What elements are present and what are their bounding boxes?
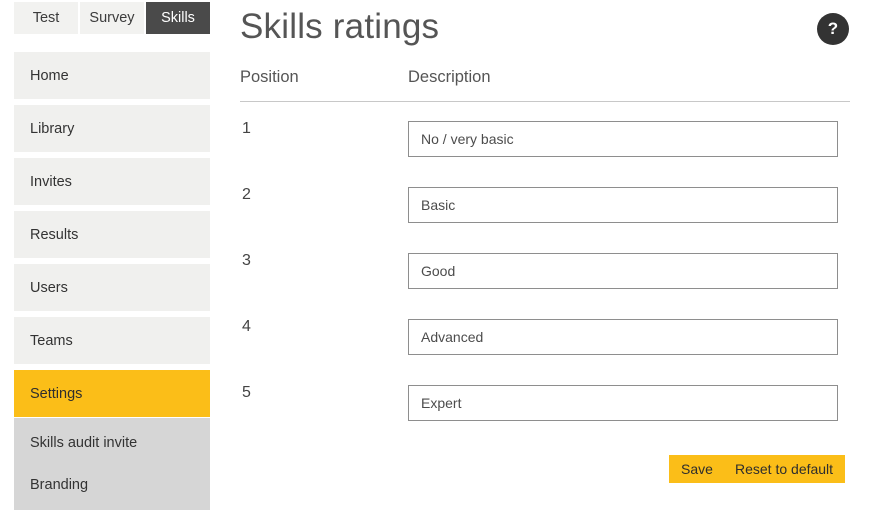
description-input-1[interactable] <box>408 121 838 157</box>
row-position-3: 3 <box>242 252 251 269</box>
save-button[interactable]: Save <box>669 455 725 483</box>
help-icon[interactable]: ? <box>817 13 849 45</box>
tab-skills[interactable]: Skills <box>146 2 210 34</box>
sidebar-item-home-label: Home <box>30 67 69 84</box>
description-input-3[interactable] <box>408 253 838 289</box>
sidebar-item-settings[interactable]: Settings <box>14 370 210 417</box>
sidebar-item-library-label: Library <box>30 120 75 137</box>
sidebar-item-settings-label: Settings <box>30 385 83 402</box>
table-header: Position Description <box>240 68 850 102</box>
sidebar-item-results-label: Results <box>30 226 79 243</box>
tab-survey-label: Survey <box>89 10 135 26</box>
tab-skills-label: Skills <box>161 10 195 26</box>
sidebar-subitem-skills-audit-invite[interactable]: Skills audit invite <box>14 422 210 464</box>
description-input-2[interactable] <box>408 187 838 223</box>
sidebar-item-home[interactable]: Home <box>14 52 210 99</box>
column-header-description: Description <box>408 68 491 86</box>
sidebar-item-invites[interactable]: Invites <box>14 158 210 205</box>
table-row: 5 <box>240 373 850 439</box>
sidebar-item-users[interactable]: Users <box>14 264 210 311</box>
table-row: 3 <box>240 241 850 307</box>
help-icon-glyph: ? <box>827 19 839 38</box>
left-column: Test Survey Skills Home Library Invites … <box>0 0 210 510</box>
sidebar-nav: Home Library Invites Results Users Teams… <box>14 52 210 417</box>
row-position-2: 2 <box>242 186 251 203</box>
tab-test-label: Test <box>32 10 60 26</box>
sidebar-item-users-label: Users <box>30 279 68 296</box>
description-input-5[interactable] <box>408 385 838 421</box>
sidebar-submenu: Skills audit invite Branding <box>14 418 210 510</box>
row-position-1: 1 <box>242 120 251 137</box>
reset-to-default-button[interactable]: Reset to default <box>723 455 846 483</box>
sidebar-item-results[interactable]: Results <box>14 211 210 258</box>
sidebar-item-teams[interactable]: Teams <box>14 317 210 364</box>
sidebar-subitem-branding[interactable]: Branding <box>14 464 210 506</box>
tab-bar: Test Survey Skills <box>14 2 210 34</box>
row-position-4: 4 <box>242 318 251 335</box>
sidebar-subitem-branding-label: Branding <box>30 477 89 493</box>
tab-test[interactable]: Test <box>14 2 78 34</box>
page-title: Skills ratings <box>240 7 440 46</box>
row-position-5: 5 <box>242 384 251 401</box>
ratings-list: 1 2 3 4 5 <box>240 109 850 439</box>
sidebar-item-library[interactable]: Library <box>14 105 210 152</box>
tab-survey[interactable]: Survey <box>80 2 144 34</box>
table-row: 1 <box>240 109 850 175</box>
description-input-4[interactable] <box>408 319 838 355</box>
sidebar-subitem-skills-audit-invite-label: Skills audit invite <box>30 435 138 451</box>
column-header-position: Position <box>240 68 299 86</box>
table-row: 2 <box>240 175 850 241</box>
table-row: 4 <box>240 307 850 373</box>
main-content: Skills ratings ? Position Description 1 … <box>240 0 875 510</box>
button-bar: Save Reset to default <box>240 455 850 485</box>
sidebar-item-invites-label: Invites <box>30 173 72 190</box>
sidebar-item-teams-label: Teams <box>30 332 73 349</box>
